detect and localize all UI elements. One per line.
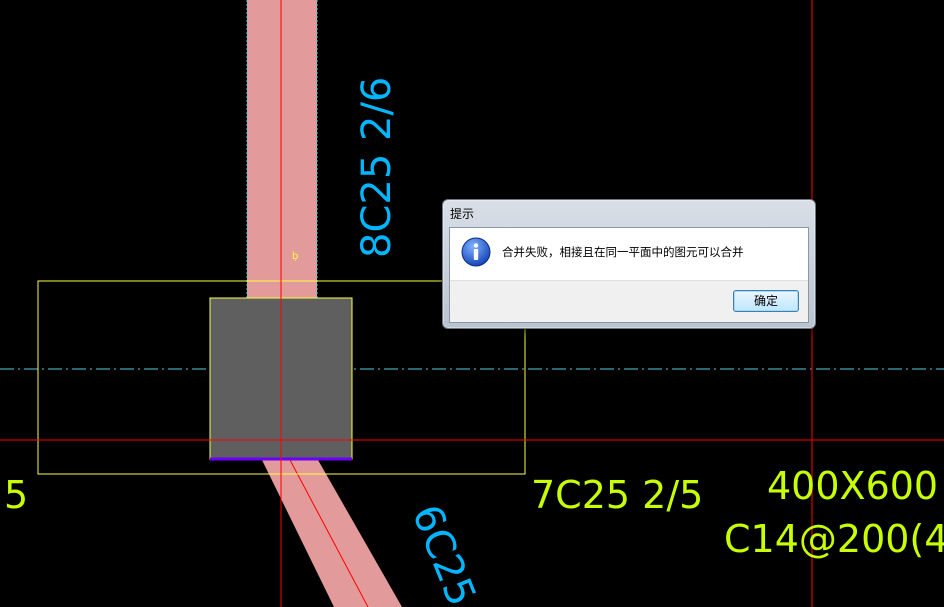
- rebar-label-right: 7C25 2/5: [531, 473, 703, 517]
- dialog-button-area: 确定: [450, 280, 808, 322]
- small-mark: ḅ: [292, 251, 298, 262]
- message-dialog[interactable]: 提示 合并失败，相接且在同一平面中的图元可以合并 确定: [442, 199, 816, 329]
- dialog-message: 合并失败，相接且在同一平面中的图元可以合并: [502, 245, 744, 259]
- left-partial-label: 5: [4, 473, 28, 517]
- stirrup-label: C14@200(4: [724, 517, 944, 561]
- vertical-beam[interactable]: [247, 0, 317, 300]
- rebar-label-diagonal: 6C25: [403, 499, 485, 607]
- ok-button[interactable]: 确定: [733, 290, 799, 312]
- rebar-label-vertical: 8C25 2/6: [354, 77, 400, 258]
- diagonal-beam[interactable]: [262, 460, 402, 607]
- dialog-body: 合并失败，相接且在同一平面中的图元可以合并 确定: [449, 227, 809, 323]
- section-label: 400X600: [767, 464, 938, 508]
- dialog-title: 提示: [450, 207, 475, 221]
- dialog-message-area: 合并失败，相接且在同一平面中的图元可以合并: [450, 228, 808, 280]
- info-icon: [461, 237, 491, 267]
